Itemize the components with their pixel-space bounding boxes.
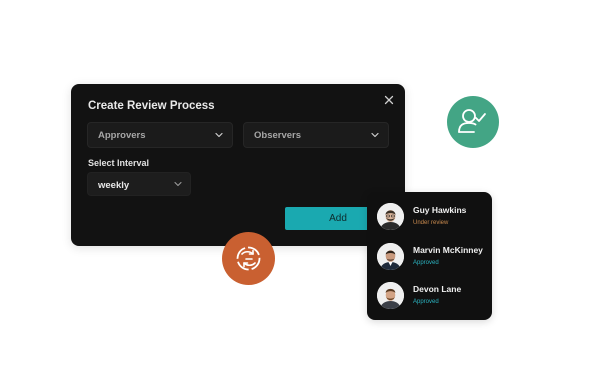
chevron-down-icon: [371, 132, 379, 138]
reviewer-status: Approved: [413, 260, 439, 266]
avatar: [377, 203, 404, 230]
reviewer-item[interactable]: Guy Hawkins Under review: [377, 203, 487, 231]
approvers-select[interactable]: Approvers: [87, 122, 233, 148]
chevron-down-icon: [215, 132, 223, 138]
observers-select[interactable]: Observers: [243, 122, 389, 148]
chevron-down-icon: [174, 181, 182, 187]
select-interval-label: Select Interval: [88, 158, 150, 168]
reviewer-item[interactable]: Devon Lane Approved: [377, 282, 487, 310]
reviewers-card: Guy Hawkins Under review Marvin McKinney…: [367, 192, 492, 320]
avatar: [377, 282, 404, 309]
reviewer-name: Marvin McKinney: [413, 245, 483, 255]
observers-label: Observers: [254, 130, 302, 141]
avatar: [377, 243, 404, 270]
user-check-badge: [447, 96, 499, 148]
user-check-icon: [458, 109, 486, 133]
refresh-cycle-icon: [236, 246, 261, 271]
interval-select[interactable]: weekly: [87, 172, 191, 196]
dialog-title: Create Review Process: [88, 100, 215, 112]
approvers-label: Approvers: [98, 130, 146, 141]
reviewer-status: Under review: [413, 220, 449, 226]
reviewer-name: Devon Lane: [413, 284, 462, 294]
close-icon[interactable]: [382, 93, 396, 107]
interval-value: weekly: [98, 180, 130, 191]
cycle-badge: [222, 232, 275, 285]
reviewer-name: Guy Hawkins: [413, 205, 467, 215]
reviewer-status: Approved: [413, 299, 439, 305]
create-review-dialog: Create Review Process Approvers Observer…: [71, 84, 405, 246]
reviewer-item[interactable]: Marvin McKinney Approved: [377, 243, 487, 271]
